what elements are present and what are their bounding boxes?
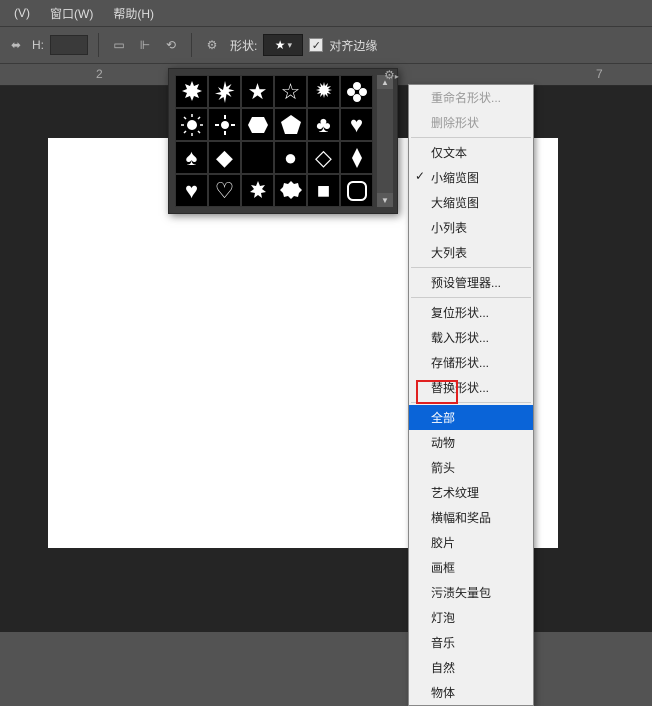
shape-sun-16[interactable]: [208, 108, 241, 141]
shape-heart-fill-2[interactable]: ♥: [175, 174, 208, 207]
shape-star-outline[interactable]: ☆: [274, 75, 307, 108]
separator: [411, 402, 531, 403]
options-bar: ⬌ H: ▭ ⊩ ⟲ ⚙ 形状: ★ ▾ ✓ 对齐边缘: [0, 26, 652, 64]
shape-diamond-thin[interactable]: [340, 141, 373, 174]
star-icon: ★: [275, 38, 286, 52]
ctx-delete-shape: 删除形状: [409, 110, 533, 135]
ctx-reset-shapes[interactable]: 复位形状...: [409, 300, 533, 325]
ruler-tick: 7: [596, 67, 603, 81]
shape-rounded-square[interactable]: [340, 174, 373, 207]
shape-starburst[interactable]: [307, 75, 340, 108]
shape-spade[interactable]: ♠: [175, 141, 208, 174]
ctx-frames[interactable]: 画框: [409, 555, 533, 580]
scroll-down-icon[interactable]: ▼: [377, 193, 393, 207]
separator: [411, 297, 531, 298]
ctx-arrows[interactable]: 箭头: [409, 455, 533, 480]
ctx-objects[interactable]: 物体: [409, 680, 533, 705]
shape-burst-8[interactable]: [175, 75, 208, 108]
shape-flower[interactable]: [340, 75, 373, 108]
ctx-lightbulbs[interactable]: 灯泡: [409, 605, 533, 630]
shape-club[interactable]: ♣: [307, 108, 340, 141]
ctx-large-list[interactable]: 大列表: [409, 240, 533, 265]
menu-view[interactable]: (V): [4, 2, 40, 24]
ctx-replace-shapes[interactable]: 替换形状...: [409, 375, 533, 400]
height-label: H:: [32, 38, 44, 52]
arrange-icon[interactable]: ⟲: [161, 35, 181, 55]
ctx-preset-manager[interactable]: 预设管理器...: [409, 270, 533, 295]
ctx-load-shapes[interactable]: 载入形状...: [409, 325, 533, 350]
shape-sun-24[interactable]: [175, 108, 208, 141]
shape-hexagon[interactable]: [241, 108, 274, 141]
separator: [411, 137, 531, 138]
menu-window[interactable]: 窗口(W): [40, 1, 103, 26]
shape-moon[interactable]: [241, 141, 274, 174]
shape-picker-panel: ★ ☆ ♣ ♥ ♠ ◆ ● ◇ ♥ ♡ ■ ▲ ▼: [168, 68, 398, 214]
ruler-tick: 2: [96, 67, 103, 81]
separator: [411, 267, 531, 268]
ctx-small-list[interactable]: 小列表: [409, 215, 533, 240]
panel-menu-gear-icon[interactable]: ⚙▸: [384, 68, 399, 82]
shape-heart-fill[interactable]: ♥: [340, 108, 373, 141]
shape-seal[interactable]: [274, 174, 307, 207]
ctx-artistic-textures[interactable]: 艺术纹理: [409, 480, 533, 505]
link-icon[interactable]: ⬌: [6, 35, 26, 55]
ctx-save-shapes[interactable]: 存储形状...: [409, 350, 533, 375]
align-icon-2[interactable]: ⊩: [135, 35, 155, 55]
ctx-rename-shape: 重命名形状...: [409, 85, 533, 110]
separator: [98, 33, 99, 57]
context-menu: 重命名形状... 删除形状 仅文本 小缩览图 大缩览图 小列表 大列表 预设管理…: [408, 84, 534, 706]
align-edges-label: 对齐边缘: [329, 37, 377, 54]
separator: [191, 33, 192, 57]
shape-square-fill[interactable]: ■: [307, 174, 340, 207]
shape-heart-outline[interactable]: ♡: [208, 174, 241, 207]
shape-burst-thin[interactable]: [208, 75, 241, 108]
ctx-small-thumbnail[interactable]: 小缩览图: [409, 165, 533, 190]
ctx-grunge[interactable]: 污渍矢量包: [409, 580, 533, 605]
height-input[interactable]: [50, 35, 88, 55]
ctx-text-only[interactable]: 仅文本: [409, 140, 533, 165]
shape-star-8[interactable]: [241, 174, 274, 207]
shape-diamond-outline[interactable]: ◇: [307, 141, 340, 174]
shape-grid: ★ ☆ ♣ ♥ ♠ ◆ ● ◇ ♥ ♡ ■: [175, 75, 373, 207]
shape-label: 形状:: [230, 37, 257, 54]
scroll-track[interactable]: [377, 89, 393, 193]
align-icon-1[interactable]: ▭: [109, 35, 129, 55]
shape-star-fill[interactable]: ★: [241, 75, 274, 108]
ctx-music[interactable]: 音乐: [409, 630, 533, 655]
shape-picker[interactable]: ★ ▾: [263, 34, 303, 56]
shape-pentagon[interactable]: [274, 108, 307, 141]
ctx-banners[interactable]: 横幅和奖品: [409, 505, 533, 530]
menu-bar: (V) 窗口(W) 帮助(H): [0, 0, 652, 26]
shape-diamond-fill[interactable]: ◆: [208, 141, 241, 174]
ctx-film[interactable]: 胶片: [409, 530, 533, 555]
align-edges-checkbox[interactable]: ✓: [309, 38, 323, 52]
ctx-all[interactable]: 全部: [409, 405, 533, 430]
chevron-down-icon: ▾: [287, 40, 292, 51]
gear-icon[interactable]: ⚙: [202, 35, 222, 55]
ctx-large-thumbnail[interactable]: 大缩览图: [409, 190, 533, 215]
shape-circle[interactable]: ●: [274, 141, 307, 174]
ctx-nature[interactable]: 自然: [409, 655, 533, 680]
ctx-animals[interactable]: 动物: [409, 430, 533, 455]
shape-panel-scrollbar[interactable]: ▲ ▼: [377, 75, 393, 207]
menu-help[interactable]: 帮助(H): [103, 1, 164, 26]
